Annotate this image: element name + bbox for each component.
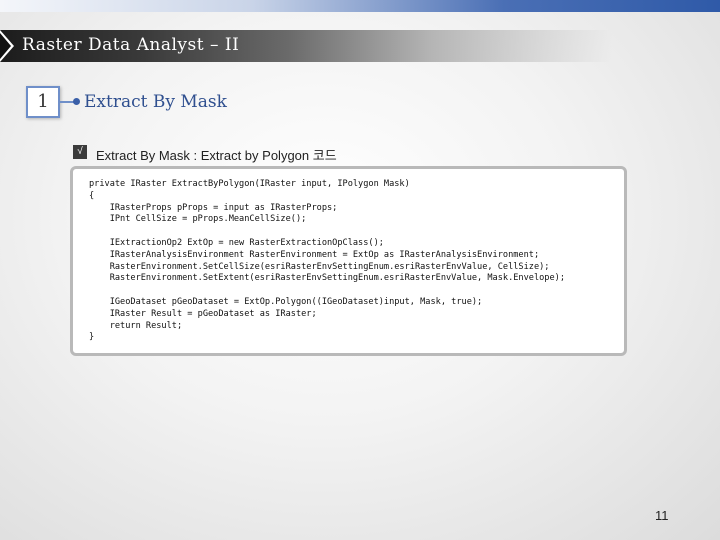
code-line: IExtractionOp2 ExtOp = new RasterExtract… (89, 237, 384, 248)
title-bar: Raster Data Analyst – II (0, 30, 720, 62)
code-line: private IRaster ExtractByPolygon(IRaster… (89, 179, 410, 189)
section-number-box: 1 (26, 86, 60, 118)
code-line: IPnt CellSize = pProps.MeanCellSize(); (89, 214, 307, 225)
code-line: RasterEnvironment.SetExtent(esriRasterEn… (89, 273, 565, 284)
top-decor-strip (0, 0, 720, 12)
title-arrow-inner (0, 33, 11, 59)
slide-title: Raster Data Analyst – II (22, 35, 240, 55)
section-heading: Extract By Mask (84, 92, 227, 112)
sub-heading: Extract By Mask : Extract by Polygon 코드 (96, 148, 337, 163)
code-line: } (89, 332, 95, 343)
code-line: IRasterProps pProps = input as IRasterPr… (89, 202, 338, 213)
bullet-dot-icon (73, 98, 80, 105)
code-line: IRaster Result = pGeoDataset as IRaster; (89, 308, 317, 319)
code-line: RasterEnvironment.SetCellSize(esriRaster… (89, 261, 550, 272)
code-line: return Result; (89, 320, 183, 331)
code-line: IRasterAnalysisEnvironment RasterEnviron… (89, 249, 540, 260)
code-line: { (89, 190, 95, 201)
code-block: private IRaster ExtractByPolygon(IRaster… (89, 179, 565, 344)
code-panel: private IRaster ExtractByPolygon(IRaster… (70, 166, 627, 356)
code-line: IGeoDataset pGeoDataset = ExtOp.Polygon(… (89, 296, 483, 307)
page-number: 11 (655, 508, 669, 523)
checkbox-icon: √ (73, 145, 87, 159)
